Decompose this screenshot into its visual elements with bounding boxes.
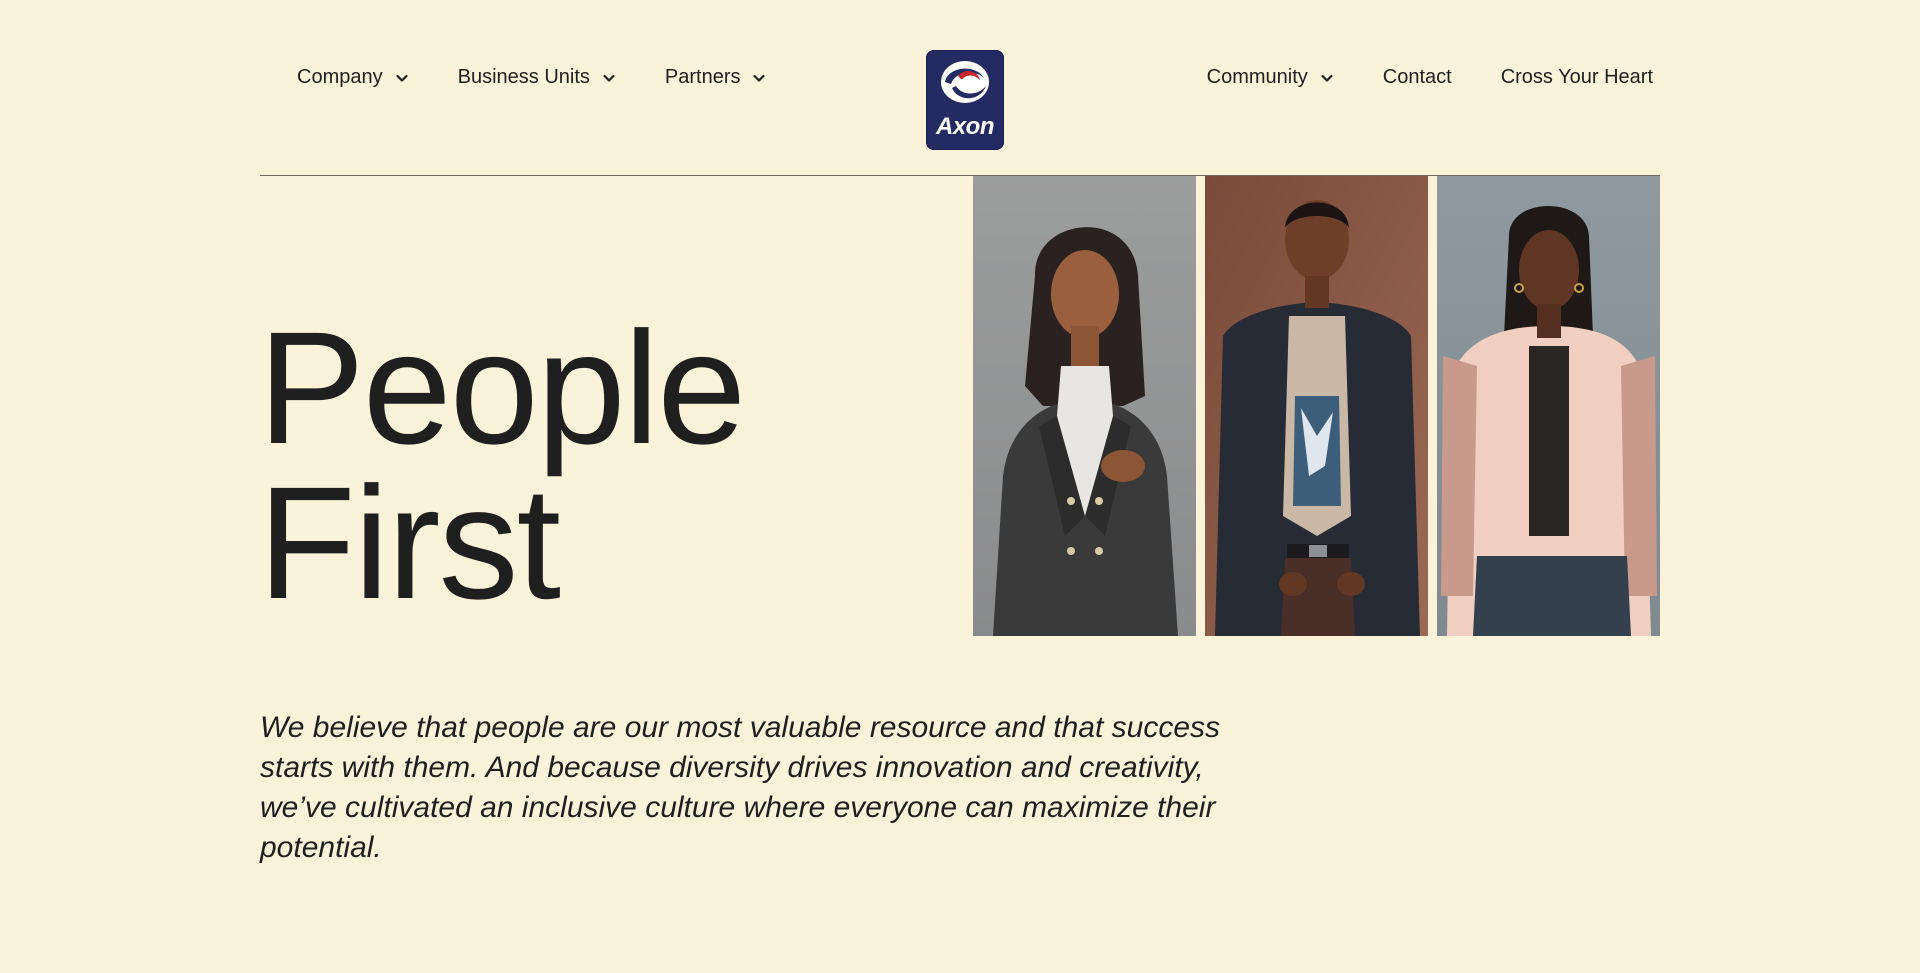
nav-label-company: Company [297, 66, 383, 88]
axon-logo[interactable]: Axon [926, 50, 1004, 150]
primary-nav-left: Company Business Units Partners [297, 66, 766, 89]
nav-item-company[interactable]: Company [297, 66, 409, 89]
chevron-down-icon [396, 74, 408, 82]
hero-title-line2: First [258, 453, 561, 632]
nav-label-community: Community [1206, 66, 1308, 88]
nav-item-contact[interactable]: Contact [1383, 66, 1452, 89]
team-photo-strip [973, 176, 1660, 636]
nav-label-contact: Contact [1382, 66, 1452, 88]
nav-item-business-units[interactable]: Business Units [458, 66, 616, 89]
team-photo-3 [1437, 176, 1660, 636]
chevron-down-icon [753, 74, 766, 82]
nav-label-cross-your-heart: Cross Your Heart [1500, 66, 1653, 88]
site-header: Company Business Units Partners Axon Com… [260, 0, 1660, 176]
primary-nav-right: Community Contact Cross Your Heart [1207, 66, 1653, 89]
nav-item-cross-your-heart[interactable]: Cross Your Heart [1501, 66, 1653, 89]
logo-text: Axon [936, 113, 995, 140]
team-photo-1 [973, 176, 1196, 636]
nav-label-business-units: Business Units [457, 66, 590, 88]
chevron-down-icon [1321, 74, 1333, 82]
axon-swirl-icon [941, 61, 989, 103]
hero-title-line1: People [258, 298, 746, 477]
team-photo-2 [1205, 176, 1428, 636]
nav-item-community[interactable]: Community [1207, 66, 1334, 89]
nav-label-partners: Partners [664, 66, 741, 88]
hero-title: People First [258, 298, 746, 632]
nav-item-partners[interactable]: Partners [665, 66, 767, 89]
mission-statement: We believe that people are our most valu… [260, 711, 1220, 864]
chevron-down-icon [603, 74, 615, 82]
